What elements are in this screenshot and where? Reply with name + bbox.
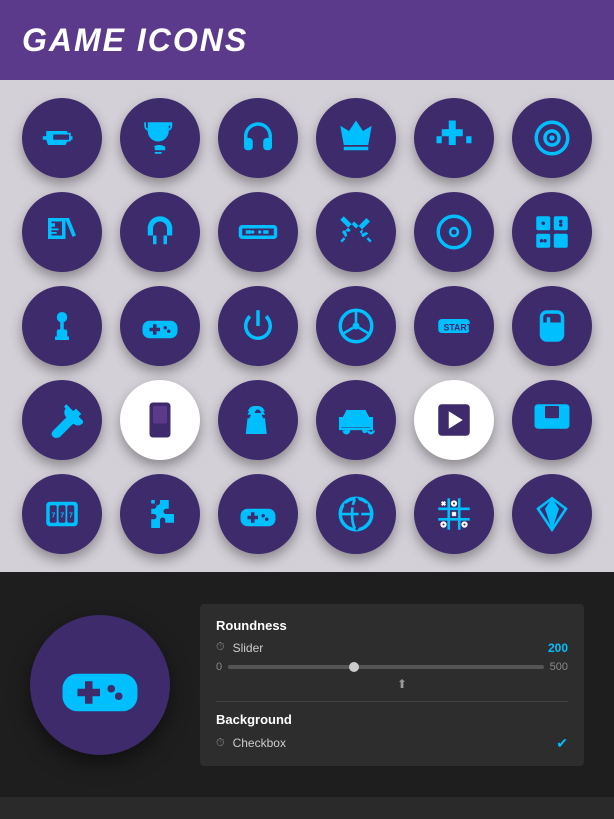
- icon-gamepad-row3[interactable]: [120, 286, 200, 366]
- icon-power[interactable]: [218, 286, 298, 366]
- slider-icon: ⏱: [216, 641, 225, 654]
- preview-circle: [30, 615, 170, 755]
- icon-disc[interactable]: [414, 192, 494, 272]
- icon-cards[interactable]: [22, 192, 102, 272]
- svg-text:7: 7: [60, 513, 64, 520]
- icon-guitar[interactable]: [22, 380, 102, 460]
- page-title: GAME ICONS: [22, 22, 248, 59]
- icon-crossed-swords[interactable]: [316, 192, 396, 272]
- icon-puzzle[interactable]: [120, 474, 200, 554]
- divider: [216, 701, 568, 702]
- cursor-area: ⬆: [236, 677, 568, 691]
- icon-joystick[interactable]: [22, 286, 102, 366]
- svg-text:7: 7: [52, 513, 56, 520]
- slider-value: 200: [538, 641, 568, 655]
- icon-horseshoe[interactable]: [120, 192, 200, 272]
- slider-label: Slider: [233, 641, 530, 655]
- icon-vr-headset[interactable]: [218, 192, 298, 272]
- icons-grid: START 777: [0, 80, 614, 572]
- slider-fill: [228, 665, 354, 669]
- icon-trophy[interactable]: [120, 98, 200, 178]
- controls-panel: Roundness ⏱ Slider 200 0 500 ⬆ Backgroun…: [200, 604, 584, 766]
- slider-track-row: 0 500: [216, 661, 568, 673]
- header: GAME ICONS: [0, 0, 614, 80]
- icon-mp3-player[interactable]: [120, 380, 200, 460]
- icon-car[interactable]: [316, 380, 396, 460]
- checkbox-icon: ⏱: [216, 737, 225, 750]
- icon-gamepad2[interactable]: [218, 474, 298, 554]
- icon-chess-knight[interactable]: [218, 380, 298, 460]
- checkbox-check[interactable]: ✔: [556, 735, 568, 752]
- slider-thumb[interactable]: [349, 662, 359, 672]
- roundness-label: Roundness: [216, 618, 568, 633]
- slider-row: ⏱ Slider 200: [216, 641, 568, 655]
- icon-monitor[interactable]: [512, 380, 592, 460]
- slider-min: 0: [216, 661, 222, 673]
- svg-text:7: 7: [69, 513, 73, 520]
- slider-track[interactable]: [228, 665, 544, 669]
- bottom-panel: Roundness ⏱ Slider 200 0 500 ⬆ Backgroun…: [0, 572, 614, 797]
- svg-text:START: START: [444, 322, 473, 332]
- icon-play-button[interactable]: [414, 380, 494, 460]
- icon-tic-tac-toe[interactable]: [414, 474, 494, 554]
- icon-target[interactable]: [512, 98, 592, 178]
- icon-diamond[interactable]: [512, 474, 592, 554]
- background-label: Background: [216, 712, 568, 727]
- icon-gun[interactable]: [22, 98, 102, 178]
- icon-mouse[interactable]: [512, 286, 592, 366]
- checkbox-row: ⏱ Checkbox ✔: [216, 735, 568, 752]
- icon-dice[interactable]: [512, 192, 592, 272]
- icon-slot-machine[interactable]: 777: [22, 474, 102, 554]
- icon-dpad[interactable]: [414, 98, 494, 178]
- icon-crown[interactable]: [316, 98, 396, 178]
- icon-beach-ball[interactable]: [316, 474, 396, 554]
- icon-steering-wheel[interactable]: [316, 286, 396, 366]
- checkbox-label: Checkbox: [233, 736, 549, 750]
- icon-headphones[interactable]: [218, 98, 298, 178]
- icon-start-ticket[interactable]: START: [414, 286, 494, 366]
- slider-max: 500: [550, 661, 568, 673]
